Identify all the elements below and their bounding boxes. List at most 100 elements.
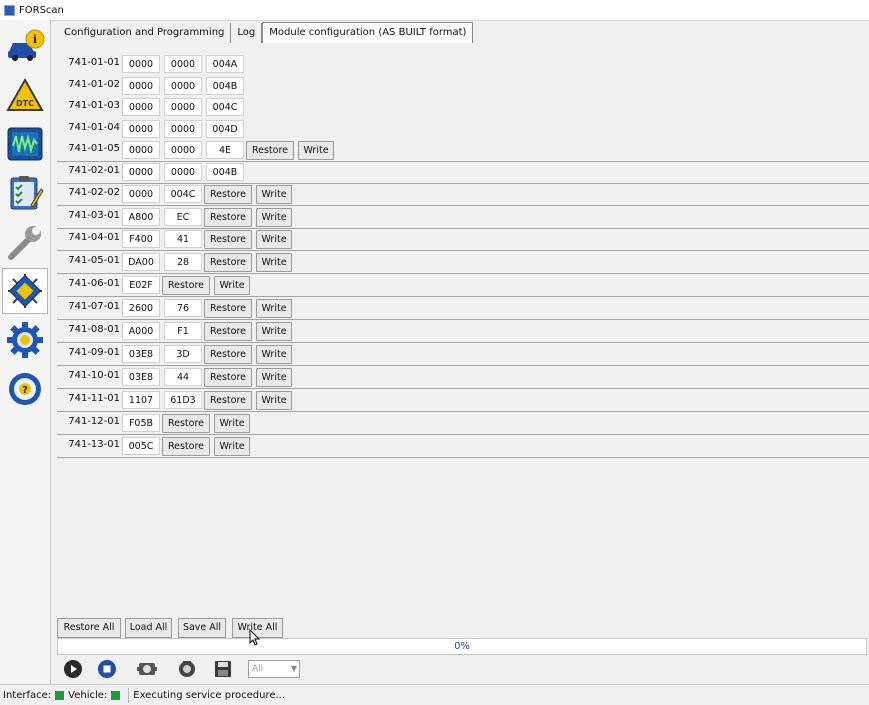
- stop-button[interactable]: [94, 658, 120, 680]
- scan-button[interactable]: [174, 658, 200, 680]
- config-value-field[interactable]: F05B: [122, 413, 160, 432]
- restore-button[interactable]: Restore: [162, 413, 210, 433]
- tab-module-configuration[interactable]: Module configuration (AS BUILT format): [262, 22, 474, 45]
- restore-button[interactable]: Restore: [162, 436, 210, 456]
- chip-icon: [8, 274, 42, 308]
- config-row: 741-09-01 03E8 3D Restore Write: [57, 343, 869, 366]
- config-address: 741-03-01: [68, 209, 120, 221]
- config-value-field[interactable]: 44: [164, 367, 202, 386]
- module-button[interactable]: [134, 658, 160, 680]
- config-value-field[interactable]: 61D3: [164, 390, 202, 409]
- write-button[interactable]: Write: [256, 253, 292, 273]
- config-row: 741-01-02 0000 0000 004B: [57, 75, 869, 97]
- config-value-field[interactable]: 3D: [164, 344, 202, 363]
- config-row: 741-13-01 005C Restore Write: [57, 435, 869, 458]
- config-value-field[interactable]: DA00: [122, 253, 160, 272]
- config-value-field[interactable]: 0000: [164, 76, 202, 95]
- config-value-field[interactable]: F400: [122, 230, 160, 249]
- config-value-field[interactable]: 0000: [122, 184, 160, 203]
- filter-dropdown[interactable]: All ▼: [248, 660, 300, 678]
- write-button[interactable]: Write: [256, 207, 292, 227]
- config-value-field[interactable]: 005C: [122, 436, 160, 455]
- play-button[interactable]: [60, 658, 86, 680]
- sidebar-item-configuration[interactable]: [2, 268, 48, 314]
- config-value-field[interactable]: 0000: [122, 119, 160, 138]
- config-value-field[interactable]: 004B: [206, 76, 244, 95]
- config-value-field[interactable]: 004B: [206, 163, 244, 181]
- config-value-field[interactable]: 0000: [164, 98, 202, 117]
- checklist-icon: [10, 176, 44, 210]
- sidebar-item-tests[interactable]: [2, 170, 48, 216]
- restore-button[interactable]: Restore: [204, 344, 252, 364]
- write-button[interactable]: Write: [256, 390, 292, 410]
- config-value-field[interactable]: 004C: [164, 184, 202, 203]
- config-value-field[interactable]: 0000: [164, 119, 202, 138]
- config-value-field[interactable]: 0000: [122, 55, 160, 73]
- config-value-field[interactable]: A800: [122, 207, 160, 226]
- write-button[interactable]: Write: [256, 184, 292, 204]
- save-button[interactable]: [210, 658, 236, 680]
- config-value-field[interactable]: 41: [164, 230, 202, 249]
- sidebar-item-help[interactable]: ?: [2, 366, 48, 412]
- restore-button[interactable]: Restore: [204, 322, 252, 341]
- config-value-field[interactable]: 03E8: [122, 344, 160, 363]
- config-value-field[interactable]: A000: [122, 322, 160, 340]
- restore-button[interactable]: Restore: [204, 253, 252, 273]
- restore-button[interactable]: Restore: [204, 367, 252, 387]
- sidebar-item-service[interactable]: [2, 219, 48, 265]
- restore-button[interactable]: Restore: [204, 207, 252, 227]
- write-button[interactable]: Write: [256, 322, 292, 341]
- config-value-field[interactable]: 004C: [206, 98, 244, 117]
- write-button[interactable]: Write: [256, 367, 292, 387]
- restore-button[interactable]: Restore: [204, 230, 252, 250]
- restore-all-button[interactable]: Restore All: [57, 618, 121, 638]
- config-value-field[interactable]: 1107: [122, 390, 160, 409]
- config-value-field[interactable]: 004D: [206, 119, 244, 138]
- config-value-field[interactable]: 0000: [122, 98, 160, 117]
- restore-button[interactable]: Restore: [162, 276, 210, 296]
- write-button[interactable]: Write: [256, 344, 292, 364]
- restore-button[interactable]: Restore: [204, 299, 252, 319]
- tab-configuration-programming[interactable]: Configuration and Programming: [58, 23, 232, 43]
- config-value-field[interactable]: E02F: [122, 276, 160, 295]
- status-divider: [128, 687, 130, 703]
- sidebar-item-settings[interactable]: [2, 317, 48, 363]
- config-value-field[interactable]: 0000: [122, 76, 160, 95]
- write-button[interactable]: Write: [256, 230, 292, 250]
- module-icon: [137, 663, 157, 675]
- config-value-field[interactable]: 0000: [164, 55, 202, 73]
- config-address: 741-04-01: [68, 232, 120, 244]
- config-row: 741-12-01 F05B Restore Write: [57, 412, 869, 435]
- config-value-field[interactable]: 03E8: [122, 367, 160, 386]
- config-address: 741-01-01: [68, 57, 120, 68]
- config-value-field[interactable]: 0000: [164, 163, 202, 181]
- sidebar-item-vehicle-info[interactable]: i: [2, 23, 48, 69]
- write-button[interactable]: Write: [214, 276, 250, 296]
- oscilloscope-icon: [7, 127, 43, 161]
- write-button[interactable]: Write: [214, 413, 250, 433]
- chevron-down-icon: ▼: [290, 664, 297, 673]
- config-value-field[interactable]: 76: [164, 299, 202, 318]
- config-value-field[interactable]: 004A: [206, 55, 244, 73]
- config-address: 741-12-01: [68, 415, 120, 427]
- load-all-button[interactable]: Load All: [125, 618, 172, 638]
- config-value-field[interactable]: 28: [164, 253, 202, 272]
- restore-button[interactable]: Restore: [204, 390, 252, 410]
- config-value-field[interactable]: 0000: [164, 141, 202, 160]
- write-button[interactable]: Write: [214, 436, 250, 456]
- title-bar: FORScan: [0, 0, 869, 21]
- config-value-field[interactable]: 0000: [122, 163, 160, 181]
- write-button[interactable]: Write: [298, 141, 334, 161]
- config-value-field[interactable]: 4E: [206, 141, 244, 160]
- tab-log[interactable]: Log: [231, 23, 263, 43]
- config-value-field[interactable]: 2600: [122, 299, 160, 318]
- sidebar-item-oscilloscope[interactable]: [2, 121, 48, 167]
- config-value-field[interactable]: 0000: [122, 141, 160, 160]
- save-all-button[interactable]: Save All: [178, 618, 226, 638]
- config-value-field[interactable]: EC: [164, 207, 202, 226]
- restore-button[interactable]: Restore: [246, 141, 294, 161]
- sidebar-item-dtc[interactable]: DTC: [2, 72, 48, 118]
- restore-button[interactable]: Restore: [204, 184, 252, 204]
- config-value-field[interactable]: F1: [164, 322, 202, 340]
- write-button[interactable]: Write: [256, 299, 292, 319]
